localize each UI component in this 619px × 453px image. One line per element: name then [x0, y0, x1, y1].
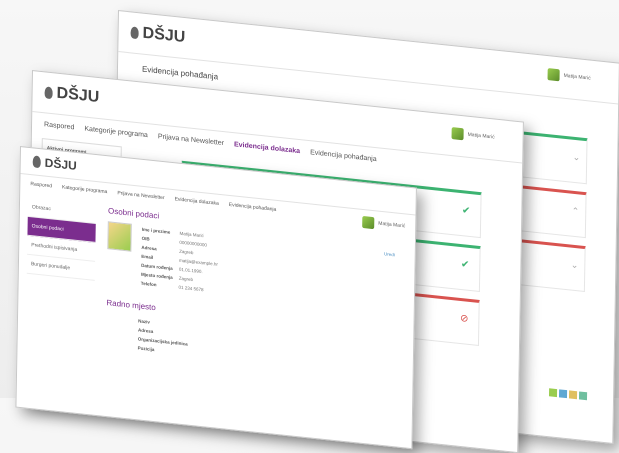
nav-item[interactable]: Kategorije programa: [62, 184, 107, 201]
partner-logos: [548, 388, 588, 401]
user-name: Matija Marić: [378, 220, 406, 230]
avatar: [451, 127, 464, 141]
chevron-down-icon[interactable]: ⌄: [571, 260, 579, 272]
logo[interactable]: DŠJU: [32, 154, 77, 173]
avatar: [547, 68, 560, 82]
logo-icon: [44, 86, 53, 100]
logo[interactable]: DŠJU: [130, 23, 185, 47]
chevron-up-icon[interactable]: ⌃: [572, 206, 580, 218]
nav-item[interactable]: Raspored: [44, 121, 74, 131]
chevron-down-icon[interactable]: ⌄: [573, 152, 581, 164]
user-chip[interactable]: Matija Marić: [451, 127, 495, 143]
screen-front: DŠJU Raspored Kategorije programa Prijav…: [15, 146, 417, 450]
avatar: [362, 215, 375, 230]
cancel-icon: ⊘: [459, 312, 469, 325]
profile-content: Osobni podaci Uredi Ime i prezime Matija …: [106, 206, 405, 380]
logo-text: DŠJU: [56, 84, 100, 107]
logo-text: DŠJU: [142, 24, 186, 47]
logo[interactable]: DŠJU: [44, 83, 99, 107]
user-chip[interactable]: Matija Marić: [547, 68, 591, 84]
check-icon: ✔: [461, 205, 471, 217]
profile-avatar: [107, 221, 132, 252]
nav-item[interactable]: Raspored: [30, 181, 52, 195]
user-name: Matija Marić: [467, 131, 495, 141]
nav-item[interactable]: Evidencija pohađanja: [310, 149, 377, 163]
check-icon: ✔: [460, 259, 470, 271]
sidebar: Obrazac Osobni podaci Prethodni ispisiva…: [26, 197, 97, 281]
nav-item[interactable]: Evidencija pohađanja: [229, 202, 277, 219]
nav-item[interactable]: Prijava na Newsletter: [158, 133, 224, 147]
logo-text: DŠJU: [44, 155, 77, 173]
user-name: Matija Marić: [563, 72, 591, 82]
nav-item[interactable]: Kategorije programa: [84, 126, 148, 140]
nav-item[interactable]: Prijava na Newsletter: [117, 190, 164, 207]
logo-icon: [32, 155, 41, 169]
edit-link[interactable]: Uredi: [384, 251, 395, 257]
workplace-table: Naziv Adresa Organizacijska jedinica Poz…: [137, 318, 188, 353]
nav-item-active[interactable]: Evidencija dolazaka: [234, 141, 300, 155]
nav-item[interactable]: Evidencija dolazaka: [174, 196, 219, 213]
user-chip[interactable]: Matija Marić: [362, 215, 406, 232]
profile-table: Ime i prezime Matija Marić OIB 00000000000…: [140, 226, 218, 293]
logo-icon: [130, 26, 139, 40]
